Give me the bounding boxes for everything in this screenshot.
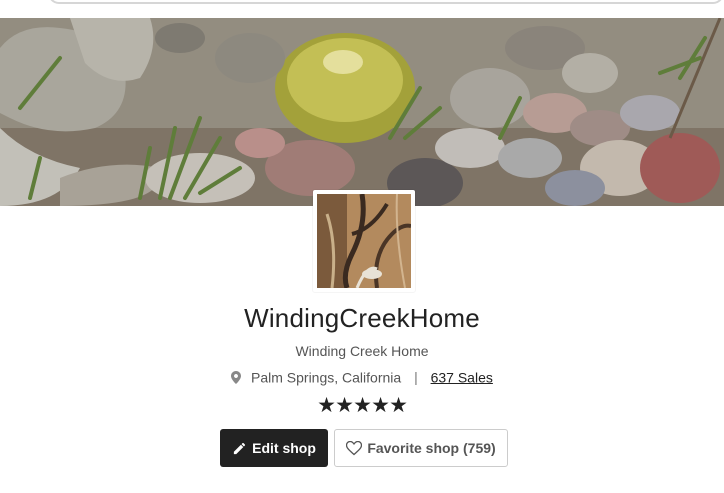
star-icon: ★ xyxy=(389,394,408,417)
shop-rating-stars[interactable]: ★★★★★ xyxy=(0,393,724,418)
shop-avatar-image xyxy=(317,194,411,288)
shop-name: WindingCreekHome xyxy=(244,303,480,333)
shop-subtitle: Winding Creek Home xyxy=(295,343,429,359)
shop-location: Palm Springs, California xyxy=(251,369,402,386)
star-icon: ★ xyxy=(335,394,354,417)
shop-banner-image xyxy=(0,18,724,206)
edit-shop-label: Edit shop xyxy=(252,440,316,456)
top-search-strip xyxy=(0,0,724,18)
pencil-icon xyxy=(232,441,247,456)
sales-count-link[interactable]: 637 Sales xyxy=(431,369,493,385)
heart-outline-icon xyxy=(346,440,363,456)
meta-separator: | xyxy=(414,369,418,386)
edit-shop-button[interactable]: Edit shop xyxy=(220,429,328,467)
star-icon: ★ xyxy=(317,394,336,417)
shop-avatar[interactable] xyxy=(313,190,415,292)
location-pin-icon xyxy=(231,370,242,384)
shop-meta-row: Palm Springs, California | 637 Sales xyxy=(0,368,724,385)
star-icon: ★ xyxy=(353,394,372,417)
search-bar[interactable] xyxy=(48,0,724,4)
star-icon: ★ xyxy=(371,394,390,417)
favorite-shop-button[interactable]: Favorite shop (759) xyxy=(334,429,508,467)
favorite-shop-label: Favorite shop (759) xyxy=(367,440,496,456)
